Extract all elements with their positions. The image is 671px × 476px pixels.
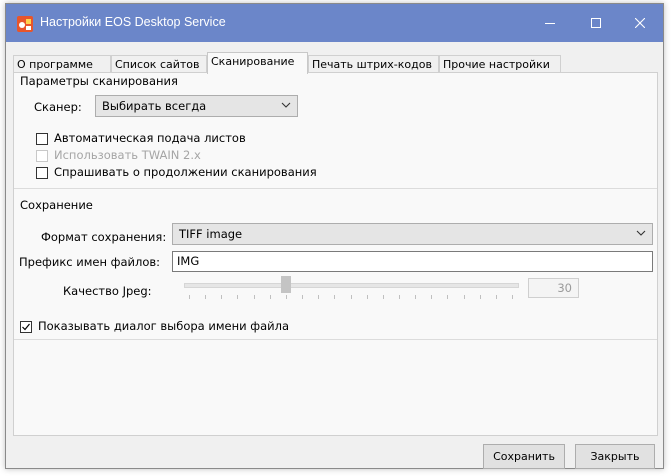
slider-tick — [221, 295, 222, 299]
auto-feed-checkbox[interactable] — [36, 133, 48, 145]
settings-window: Настройки EOS Desktop Service О программ… — [5, 3, 664, 469]
title-bar[interactable]: Настройки EOS Desktop Service — [6, 4, 663, 42]
maximize-icon — [591, 18, 601, 28]
checkmark-icon — [22, 323, 30, 331]
slider-tick — [447, 295, 448, 299]
auto-feed-label: Автоматическая подача листов — [54, 131, 246, 145]
slider-tick — [286, 295, 287, 299]
slider-tick — [205, 295, 206, 299]
jpeg-quality-value[interactable]: 30 — [528, 278, 579, 298]
slider-tick — [351, 295, 352, 299]
format-label: Формат сохранения: — [41, 230, 167, 244]
close-button[interactable]: Закрыть — [575, 444, 655, 469]
scanning-tab-panel: Параметры сканирования Сканер: Выбирать … — [13, 72, 658, 436]
tab-about[interactable]: О программе — [13, 55, 111, 73]
section-divider — [14, 339, 657, 340]
app-icon — [17, 16, 33, 32]
tab-barcode-print[interactable]: Печать штрих-кодов — [308, 55, 439, 73]
tab-sites[interactable]: Список сайтов — [111, 55, 207, 73]
twain-label: Использовать TWAIN 2.x — [54, 148, 201, 162]
slider-tick — [480, 295, 481, 299]
slider-tick — [464, 295, 465, 299]
slider-tick — [254, 295, 255, 299]
minimize-button[interactable] — [527, 4, 573, 42]
ask-continue-checkbox[interactable] — [36, 167, 48, 179]
close-icon — [635, 18, 645, 28]
prefix-input[interactable]: IMG — [172, 251, 653, 272]
prefix-label: Префикс имен файлов: — [19, 255, 161, 269]
chevron-down-icon — [281, 102, 291, 108]
tab-scanning[interactable]: Сканирование — [207, 52, 308, 74]
scanner-label: Сканер: — [34, 100, 82, 114]
slider-tick — [334, 295, 335, 299]
slider-tick — [367, 295, 368, 299]
maximize-button[interactable] — [573, 4, 619, 42]
window-title: Настройки EOS Desktop Service — [40, 15, 226, 29]
section-divider — [14, 188, 657, 189]
tab-other-settings[interactable]: Прочие настройки — [439, 55, 561, 73]
jpeg-quality-label: Качество Jpeg: — [63, 284, 152, 298]
scanner-select-value: Выбирать всегда — [102, 99, 207, 113]
slider-tick — [496, 295, 497, 299]
close-window-button[interactable] — [617, 4, 663, 42]
show-dialog-label: Показывать диалог выбора имени файла — [38, 319, 289, 333]
slider-tick — [431, 295, 432, 299]
slider-tick — [270, 295, 271, 299]
slider-tick — [302, 295, 303, 299]
scanner-select[interactable]: Выбирать всегда — [95, 95, 298, 117]
slider-thumb[interactable] — [281, 276, 291, 293]
slider-tick — [189, 295, 190, 299]
show-dialog-checkbox[interactable] — [20, 321, 32, 333]
jpeg-quality-slider[interactable] — [184, 275, 519, 305]
slider-tick — [512, 295, 513, 299]
slider-track — [184, 283, 519, 288]
format-select[interactable]: TIFF image — [172, 223, 653, 245]
format-select-value: TIFF image — [179, 227, 243, 241]
slider-tick — [383, 295, 384, 299]
scan-params-group-title: Параметры сканирования — [20, 74, 178, 88]
chevron-down-icon — [636, 230, 646, 236]
slider-tick — [237, 295, 238, 299]
ask-continue-label: Спрашивать о продолжении сканирования — [54, 165, 317, 179]
twain-checkbox[interactable] — [36, 150, 48, 162]
tab-strip: О программе Список сайтов Сканирование П… — [13, 52, 658, 74]
save-button[interactable]: Сохранить — [483, 444, 565, 469]
minimize-icon — [545, 23, 555, 24]
saving-group-title: Сохранение — [20, 198, 93, 212]
slider-tick — [318, 295, 319, 299]
slider-tick — [399, 295, 400, 299]
slider-tick — [415, 295, 416, 299]
